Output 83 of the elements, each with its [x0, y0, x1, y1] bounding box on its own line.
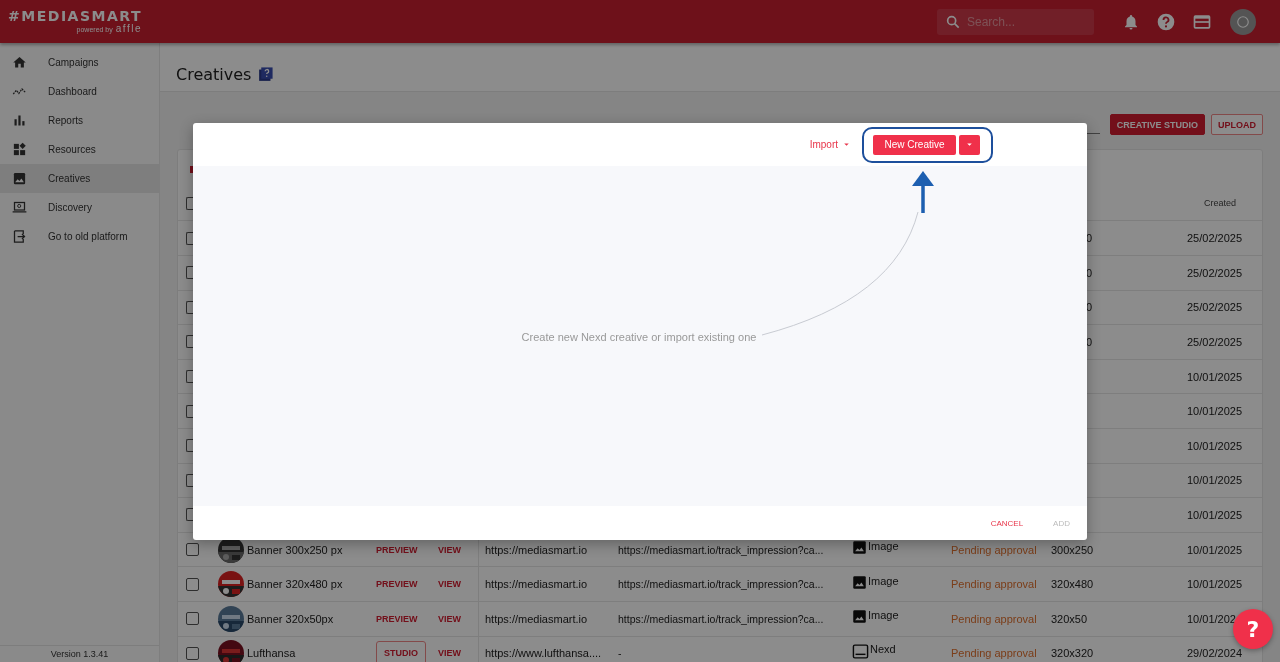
creative-studio-button[interactable]: CREATIVE STUDIO	[1109, 114, 1205, 135]
action-link[interactable]: VIEW	[438, 648, 461, 659]
image-icon	[852, 574, 867, 590]
action-link[interactable]: PREVIEW	[376, 544, 418, 555]
studio-button[interactable]: STUDIO	[376, 641, 426, 662]
home-icon	[12, 55, 27, 70]
checkbox[interactable]	[186, 577, 199, 591]
action-link[interactable]: PREVIEW	[376, 579, 418, 590]
table-cell-text: 320x480	[1051, 578, 1095, 591]
action-link[interactable]: VIEW	[438, 544, 461, 555]
column-header[interactable]: Created	[1203, 198, 1262, 209]
table-cell-text: https://mediasmart.io/track_impression?ca...	[618, 612, 825, 625]
dropdown-button[interactable]	[959, 134, 980, 155]
checkbox[interactable]	[186, 646, 199, 660]
action-link[interactable]: PREVIEW	[376, 613, 418, 624]
table-cell-text: 10/01/2025	[1186, 578, 1243, 591]
table-cell-text: 29/02/2024	[1186, 647, 1243, 660]
creative-name: Banner 300x250 px	[247, 543, 343, 556]
exit-icon	[12, 229, 27, 244]
creative-name: Banner 320x50px	[247, 612, 334, 625]
image-icon	[852, 609, 867, 625]
table-cell: https://mediasmart.io	[478, 567, 618, 601]
table-cell-text: 10/01/2025	[1186, 543, 1243, 556]
table-cell-text: -	[618, 647, 623, 660]
status-label: Pending approval	[951, 543, 1038, 556]
sidebar-item[interactable]: Resources	[0, 135, 159, 164]
sidebar-item[interactable]: Discovery	[0, 193, 159, 222]
table-cell-text: 25/02/2025	[1186, 266, 1243, 279]
creative-type: Image	[868, 540, 899, 553]
cancel-button[interactable]: CANCEL	[990, 518, 1024, 528]
empty-state-message: Create new Nexd creative or import existing one	[521, 331, 757, 343]
status-label: Pending approval	[951, 612, 1038, 625]
table-cell-text: 10/01/2025	[1186, 439, 1243, 452]
bar-chart-icon	[12, 113, 27, 128]
upload-button[interactable]: UPLOAD	[1211, 114, 1263, 135]
table-cell-text: 25/02/2025	[1186, 232, 1243, 245]
import-dropdown[interactable]: Import	[809, 139, 851, 150]
table-cell-text: 320x50	[1051, 612, 1089, 625]
avatar[interactable]	[1230, 8, 1256, 35]
table-cell-text: 320x320	[1051, 647, 1095, 660]
checkbox[interactable]	[186, 543, 199, 557]
pointer-arrow	[912, 171, 934, 213]
new-creative-button[interactable]: New Creative	[873, 134, 956, 155]
version-label: Version 1.3.41	[50, 648, 109, 659]
table-cell-text: 10/01/2025	[1186, 405, 1243, 418]
table-cell-text: https://mediasmart.io/track_impression?ca...	[618, 543, 825, 556]
search-icon	[945, 13, 961, 30]
creative-type: Nexd	[870, 642, 896, 655]
checkbox[interactable]	[186, 612, 199, 626]
sidebar-item[interactable]: Reports	[0, 106, 159, 135]
action-link[interactable]: VIEW	[438, 579, 461, 590]
table-cell-text: https://mediasmart.io/track_impression?ca...	[618, 578, 825, 591]
table-cell-text: 10/01/2025	[1186, 474, 1243, 487]
action-link[interactable]: VIEW	[438, 613, 461, 624]
status-label: Pending approval	[951, 578, 1038, 591]
sidebar-item[interactable]: Creatives	[0, 164, 159, 193]
logo[interactable]: #MEDIASMART	[8, 8, 142, 24]
status-label: Pending approval	[951, 647, 1038, 660]
sidebar-item[interactable]: Go to old platform	[0, 222, 159, 251]
creative-type: Image	[868, 574, 899, 587]
table-cell-text: 10/01/202	[1186, 612, 1236, 625]
widgets-icon	[12, 142, 27, 157]
sidebar-item[interactable]: Campaigns	[0, 48, 159, 77]
sidebar-item[interactable]: Dashboard	[0, 77, 159, 106]
avatar-circle-icon	[1236, 14, 1250, 29]
creative-name: Lufthansa	[247, 647, 296, 660]
table-cell-text: 300x250	[1051, 543, 1095, 556]
image-icon	[12, 171, 27, 186]
table-cell-text: 25/02/2025	[1186, 335, 1243, 348]
laptop-search-icon	[12, 200, 27, 215]
table-cell-text: 10/01/2025	[1186, 508, 1243, 521]
creative-name: Banner 320x480 px	[247, 578, 343, 591]
help-icon[interactable]	[1156, 11, 1176, 32]
monitor-icon	[852, 642, 869, 660]
table-cell-text: 25/02/2025	[1186, 301, 1243, 314]
page-title: Creatives	[176, 65, 252, 84]
brand-name: affle	[115, 23, 142, 34]
table-cell: https://www.lufthansa....	[478, 636, 618, 662]
creative-type: Image	[868, 609, 899, 622]
notification-bell-icon[interactable]	[1122, 12, 1140, 31]
table-cell-text: 10/01/2025	[1186, 370, 1243, 383]
table-cell: https://mediasmart.io	[478, 601, 618, 636]
help-book-icon[interactable]	[257, 66, 275, 83]
